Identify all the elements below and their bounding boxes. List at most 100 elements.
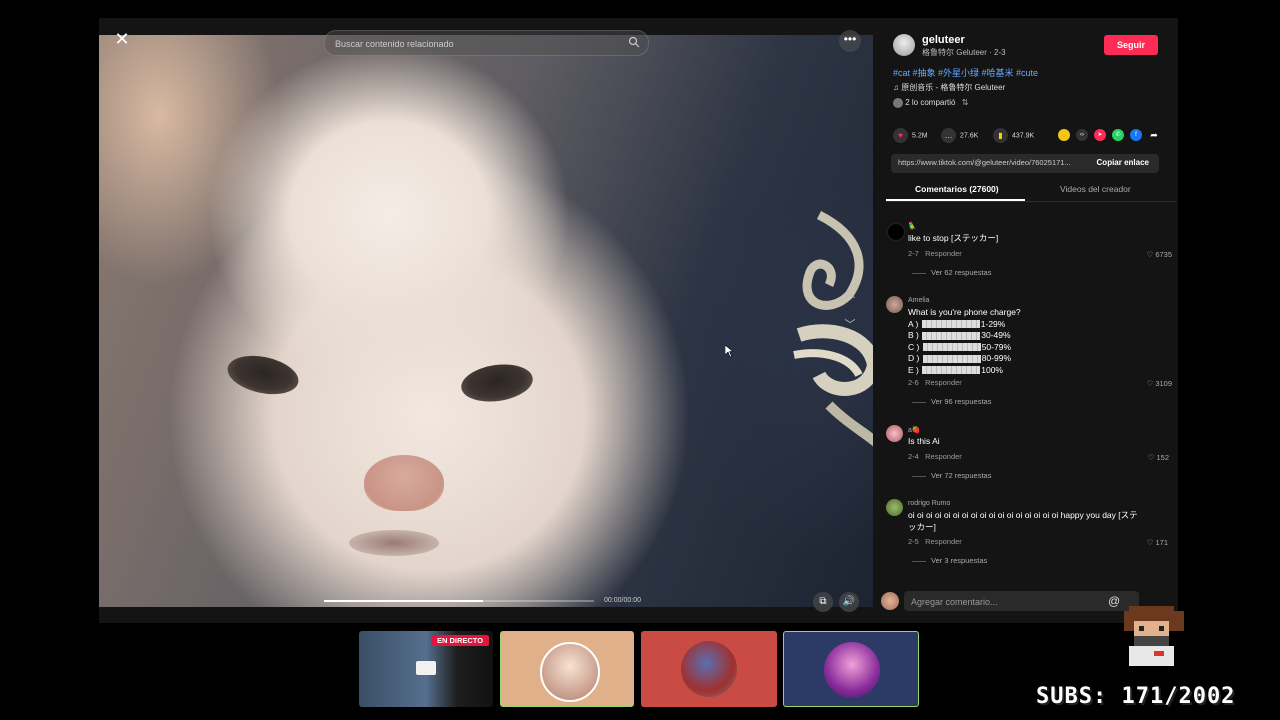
comment-avatar[interactable]	[886, 296, 903, 313]
comment-like-count: 171	[1155, 538, 1168, 547]
comment-like-count: 3109	[1155, 379, 1172, 388]
comment-text: oi oi oi oi oi oi oi oi oi oi oi oi oi o…	[908, 510, 1138, 532]
previous-video-chevron-icon[interactable]: ︿	[843, 285, 857, 300]
saves-count: 437.9K	[1012, 132, 1035, 140]
comment-icon: …	[941, 128, 956, 143]
comment-date: 2-7	[908, 249, 919, 258]
facebook-icon[interactable]: f	[1130, 129, 1142, 141]
comment-author[interactable]: Amelia	[908, 297, 929, 304]
share-arrow-icon[interactable]: ➦	[1148, 129, 1160, 141]
view-replies-button[interactable]: Ver 72 respuestas	[912, 471, 991, 480]
comment-likes[interactable]: ♡ 171	[1128, 538, 1168, 547]
related-search-input[interactable]	[333, 31, 617, 57]
video-progress-fill	[324, 600, 484, 602]
comments-count: 27.6K	[960, 132, 979, 140]
reply-button[interactable]: Responder	[925, 452, 962, 461]
volume-button[interactable]: 🔊	[839, 592, 859, 612]
creator-avatar[interactable]	[893, 34, 915, 56]
monitor-icon	[416, 661, 436, 675]
my-avatar	[881, 592, 899, 610]
comment-date: 2-5	[908, 537, 919, 546]
poll-option-e: E ) 100%	[908, 364, 1003, 375]
cat-mouth	[349, 530, 439, 556]
comment-text: What is you're phone charge? A ) 1-29% B…	[908, 307, 1021, 376]
whatsapp-icon[interactable]: ✆	[1112, 129, 1124, 141]
shared-info: 2 lo compartió ⇅	[893, 98, 968, 108]
comment-author[interactable]: a🍓	[908, 426, 921, 434]
comment-question: What is you're phone charge?	[908, 307, 1021, 317]
comment-author[interactable]: rodrigo Rumo	[908, 500, 950, 507]
mouse-cursor-icon	[725, 345, 733, 357]
next-video-chevron-icon[interactable]: ﹀	[843, 316, 857, 331]
stream-thumbnail-2[interactable]	[500, 631, 634, 707]
video-progress-bar[interactable]	[324, 600, 594, 602]
cat-right-eye	[458, 360, 536, 406]
repost-icon: ⇅	[961, 98, 969, 108]
comment-date: 2-6	[908, 378, 919, 387]
stream-thumbnail-4[interactable]	[783, 631, 919, 707]
send-icon[interactable]: ➤	[1094, 129, 1106, 141]
follow-button[interactable]: Seguir	[1104, 35, 1158, 55]
comment-avatar[interactable]	[886, 499, 903, 516]
comment-likes[interactable]: ♡ 3109	[1132, 379, 1173, 388]
music-info[interactable]: ♫ 原创音乐 - 格鲁特尔 Geluteer	[893, 82, 1005, 93]
copy-link-button[interactable]: Copiar enlace	[1097, 158, 1149, 167]
comments-stat[interactable]: … 27.6K	[941, 128, 978, 144]
avatar	[540, 642, 600, 702]
comment-likes[interactable]: ♡ 6735	[1132, 250, 1173, 259]
related-search-bar[interactable]	[324, 30, 649, 57]
background-pattern	[699, 205, 873, 465]
video-link[interactable]: https://www.tiktok.com/@geluteer/video/7…	[898, 158, 1088, 167]
view-replies-button[interactable]: Ver 62 respuestas	[912, 268, 991, 277]
subs-counter: SUBS: 171/2002	[1036, 684, 1236, 709]
poll-option-a: A ) 1-29%	[908, 318, 1006, 329]
search-icon[interactable]	[628, 36, 640, 48]
poll-option-b: B ) 30-49%	[908, 330, 1011, 340]
reply-button[interactable]: Responder	[925, 537, 962, 546]
embed-icon[interactable]: ‹›	[1076, 129, 1088, 141]
comment-likes[interactable]: ♡ 152	[1129, 453, 1169, 462]
bookmark-icon: ▮	[993, 128, 1008, 143]
likes-stat[interactable]: ♥ 5.2M	[893, 128, 928, 144]
comment-meta: 2-5 Responder	[908, 537, 962, 546]
picture-in-picture-button[interactable]: ⧉	[813, 592, 833, 612]
comment-meta: 2-7 Responder	[908, 249, 962, 258]
tab-creator-videos[interactable]: Videos del creador	[1060, 184, 1131, 194]
tab-divider	[886, 201, 1176, 202]
comment-like-count: 152	[1156, 453, 1169, 462]
comment-author[interactable]: 🦜	[908, 222, 917, 230]
comment-meta: 2-6 Responder	[908, 378, 962, 387]
avatar	[681, 641, 737, 697]
comment-meta: 2-4 Responder	[908, 452, 962, 461]
comment-avatar[interactable]	[886, 425, 903, 442]
heart-icon: ♥	[893, 128, 908, 143]
comment-text: like to stop [ステッカー]	[908, 233, 999, 243]
saves-stat[interactable]: ▮ 437.9K	[993, 128, 1034, 144]
more-options-button[interactable]: •••	[839, 30, 861, 52]
tab-comments[interactable]: Comentarios (27600)	[915, 184, 999, 194]
reply-button[interactable]: Responder	[925, 249, 962, 258]
poll-option-c: C ) 50-79%	[908, 341, 1012, 352]
comment-text: Is this Ai	[908, 436, 940, 446]
shared-text: 2 lo compartió	[905, 98, 956, 108]
comment-date: 2-4	[908, 452, 919, 461]
cat-nose	[364, 455, 444, 511]
stream-thumbnail-3[interactable]	[641, 631, 777, 707]
view-replies-button[interactable]: Ver 96 respuestas	[912, 397, 991, 406]
comment-avatar[interactable]	[887, 223, 905, 241]
view-replies-button[interactable]: Ver 3 respuestas	[912, 556, 987, 565]
hashtags[interactable]: #cat #抽象 #外星小绿 #哈基米 #cute	[893, 66, 1038, 79]
avatar	[824, 642, 880, 698]
comment-like-count: 6735	[1155, 250, 1172, 259]
cat-left-eye	[224, 349, 302, 401]
reply-button[interactable]: Responder	[925, 378, 962, 387]
comment-input-box[interactable]	[904, 591, 1139, 613]
video-time: 00:00/00:00	[604, 597, 641, 604]
creator-name[interactable]: geluteer	[922, 34, 965, 46]
video-link-box: https://www.tiktok.com/@geluteer/video/7…	[891, 154, 1159, 173]
emoji-share-icon[interactable]	[1058, 129, 1070, 141]
close-icon[interactable]: ✕	[113, 30, 131, 48]
video-player[interactable]	[99, 35, 873, 607]
pixel-character-icon	[1124, 606, 1184, 666]
comment-input[interactable]	[909, 591, 1103, 613]
